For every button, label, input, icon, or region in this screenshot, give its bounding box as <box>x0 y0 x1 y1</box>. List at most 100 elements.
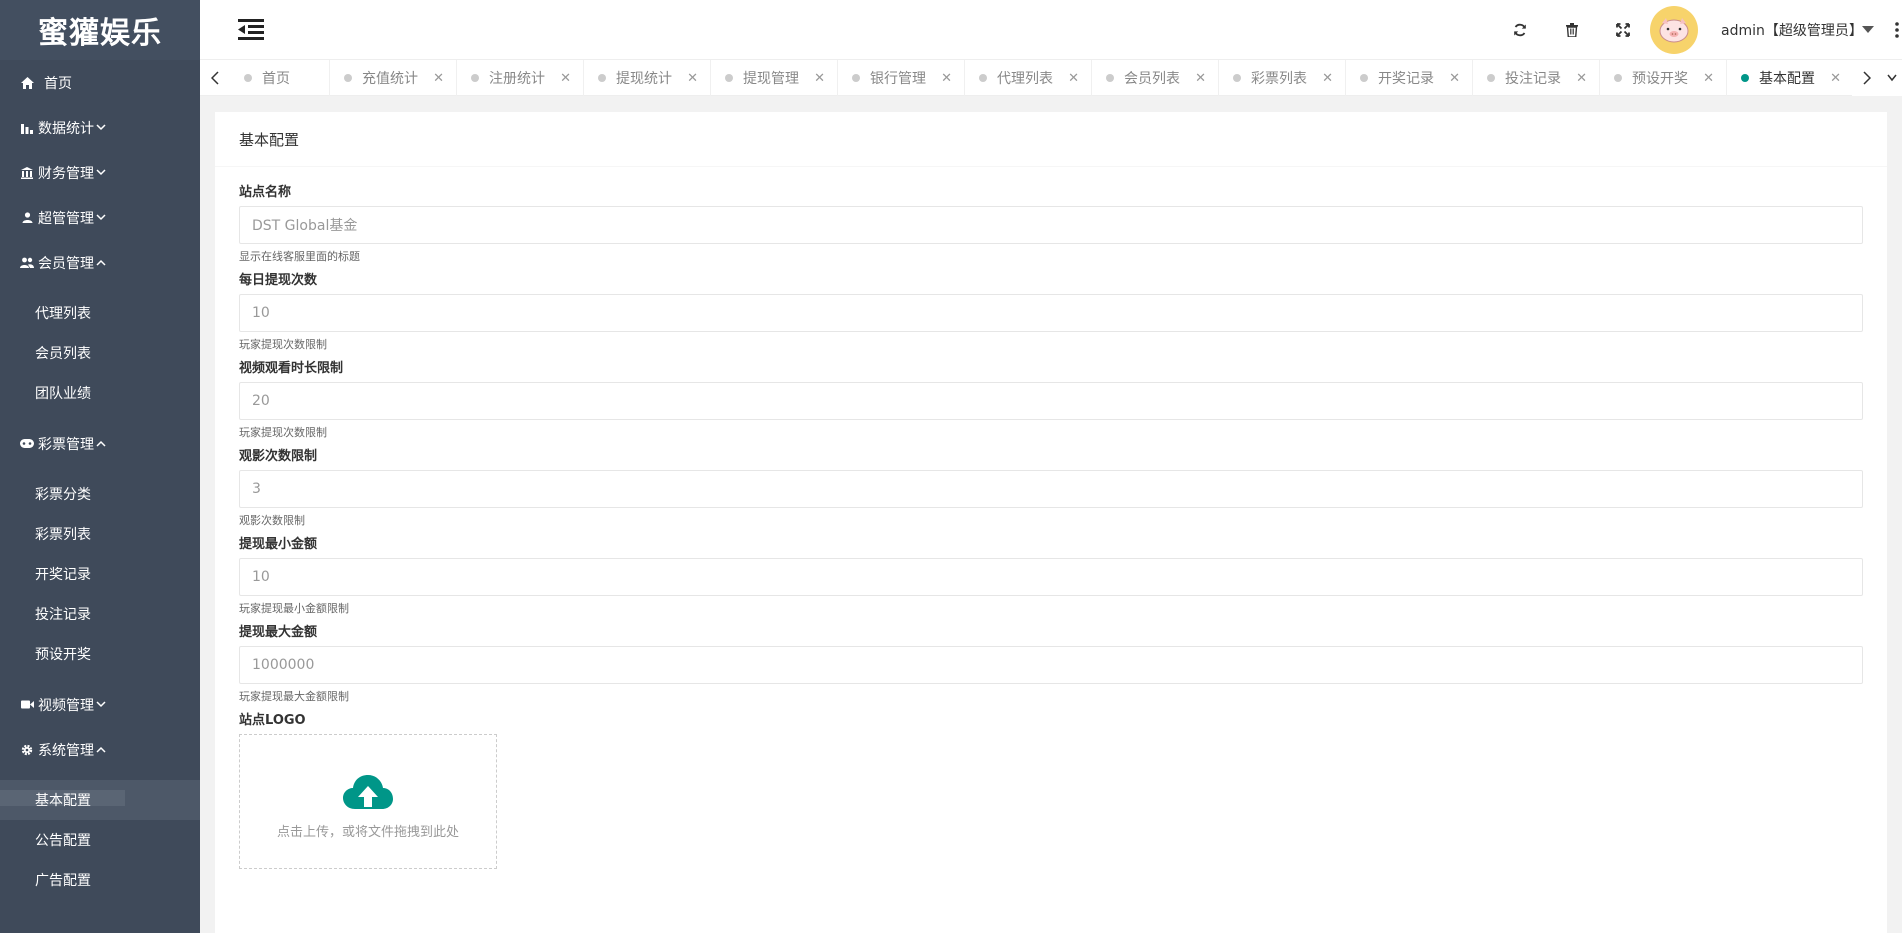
more-vertical-icon[interactable] <box>1895 22 1899 38</box>
tab-label: 开奖记录 <box>1378 71 1434 87</box>
close-icon[interactable]: ✕ <box>1449 71 1460 86</box>
sidebar-item-label: 超管管理 <box>38 210 94 227</box>
tab-draw-records[interactable]: 开奖记录 ✕ <box>1346 60 1473 96</box>
sidebar-subitem-label: 开奖记录 <box>35 567 91 583</box>
tab-dot <box>852 74 860 82</box>
chevron-up-icon <box>96 743 106 756</box>
fullscreen-icon[interactable] <box>1613 20 1633 40</box>
video-duration-limit-input[interactable] <box>239 382 1863 420</box>
site-name-help: 显示在线客服里面的标题 <box>239 250 360 263</box>
tabs-next-icon[interactable] <box>1852 60 1882 96</box>
config-card: 基本配置 站点名称 显示在线客服里面的标题 每日提现次数 玩家提现次数限制 视频… <box>215 112 1887 933</box>
tab-dot <box>725 74 733 82</box>
close-icon[interactable]: ✕ <box>1195 71 1206 86</box>
sidebar-item-super-admin[interactable]: 超管管理 <box>0 195 200 240</box>
max-withdraw-help: 玩家提现最大金额限制 <box>239 690 349 703</box>
users-icon <box>20 256 34 270</box>
menu-toggle-icon[interactable] <box>238 18 264 42</box>
close-icon[interactable]: ✕ <box>433 71 444 86</box>
tab-withdraw-stats[interactable]: 提现统计 ✕ <box>584 60 711 96</box>
tabs-dropdown-icon[interactable] <box>1882 60 1902 96</box>
chevron-down-icon <box>96 121 106 134</box>
sidebar-subitem-ad-config[interactable]: 广告配置 <box>0 860 200 900</box>
close-icon[interactable]: ✕ <box>1576 71 1587 86</box>
username[interactable]: admin【超级管理员】 <box>1721 20 1863 40</box>
site-name-input[interactable] <box>239 206 1863 244</box>
sidebar-subitem-lottery-category[interactable]: 彩票分类 <box>0 474 200 514</box>
sidebar-subitem-basic-config[interactable]: 基本配置 <box>0 780 200 820</box>
pig-avatar-icon <box>1659 18 1689 43</box>
close-icon[interactable]: ✕ <box>1322 71 1333 86</box>
min-withdraw-help: 玩家提现最小金额限制 <box>239 602 349 615</box>
min-withdraw-input[interactable] <box>239 558 1863 596</box>
sidebar-subitem-member-list[interactable]: 会员列表 <box>0 333 200 373</box>
user-icon <box>20 211 34 225</box>
view-count-limit-input[interactable] <box>239 470 1863 508</box>
sidebar: 蜜獾娱乐 首页 数据统计 财务管理 超管管理 会员管理 代理列表 会员列表 团队… <box>0 0 200 933</box>
app-logo[interactable]: 蜜獾娱乐 <box>0 0 200 60</box>
logo-upload-area[interactable]: 点击上传，或将文件拖拽到此处 <box>239 734 497 869</box>
sidebar-subitem-bet-records[interactable]: 投注记录 <box>0 594 200 634</box>
sidebar-item-system[interactable]: 系统管理 <box>0 727 200 772</box>
close-icon[interactable]: ✕ <box>560 71 571 86</box>
sidebar-item-members[interactable]: 会员管理 <box>0 240 200 285</box>
daily-withdraw-count-input[interactable] <box>239 294 1863 332</box>
sidebar-subitem-team-performance[interactable]: 团队业绩 <box>0 373 200 413</box>
max-withdraw-label: 提现最大金额 <box>239 625 318 640</box>
tab-preset-draw[interactable]: 预设开奖 ✕ <box>1600 60 1727 96</box>
tab-lottery-list[interactable]: 彩票列表 ✕ <box>1219 60 1346 96</box>
tabs-prev-icon[interactable] <box>200 60 230 96</box>
tab-label: 投注记录 <box>1505 71 1561 87</box>
sidebar-subitem-draw-records[interactable]: 开奖记录 <box>0 554 200 594</box>
avatar[interactable] <box>1650 6 1698 54</box>
gamepad-icon <box>20 437 34 451</box>
tab-basic-config[interactable]: 基本配置 ✕ <box>1727 60 1854 96</box>
sidebar-item-lottery[interactable]: 彩票管理 <box>0 421 200 466</box>
sidebar-item-label: 财务管理 <box>38 165 94 182</box>
sidebar-subitem-preset-draw[interactable]: 预设开奖 <box>0 634 200 674</box>
close-icon[interactable]: ✕ <box>687 71 698 86</box>
sidebar-item-finance[interactable]: 财务管理 <box>0 150 200 195</box>
sidebar-subitem-label: 预设开奖 <box>35 647 91 663</box>
tab-recharge-stats[interactable]: 充值统计 ✕ <box>330 60 457 96</box>
daily-withdraw-count-label: 每日提现次数 <box>239 273 318 288</box>
chevron-up-icon <box>96 437 106 450</box>
chevron-down-icon <box>96 698 106 711</box>
sidebar-subitem-label: 团队业绩 <box>35 386 91 402</box>
trash-icon[interactable] <box>1562 20 1582 40</box>
close-icon[interactable]: ✕ <box>1703 71 1714 86</box>
tab-label: 会员列表 <box>1124 71 1180 87</box>
sidebar-subitem-lottery-list[interactable]: 彩票列表 <box>0 514 200 554</box>
tab-withdraw-manage[interactable]: 提现管理 ✕ <box>711 60 838 96</box>
min-withdraw-label: 提现最小金额 <box>239 537 318 552</box>
tab-dot <box>1487 74 1495 82</box>
tab-dot <box>1360 74 1368 82</box>
site-name-label: 站点名称 <box>239 185 292 200</box>
tab-agent-list[interactable]: 代理列表 ✕ <box>965 60 1092 96</box>
tab-register-stats[interactable]: 注册统计 ✕ <box>457 60 584 96</box>
chevron-down-icon <box>96 211 106 224</box>
close-icon[interactable]: ✕ <box>814 71 825 86</box>
video-duration-limit-label: 视频观看时长限制 <box>239 361 344 376</box>
sidebar-item-label: 首页 <box>44 75 72 92</box>
sidebar-item-video[interactable]: 视频管理 <box>0 682 200 727</box>
close-icon[interactable]: ✕ <box>941 71 952 86</box>
sidebar-subitem-label: 彩票列表 <box>35 527 91 543</box>
tab-home[interactable]: 首页 <box>230 60 330 96</box>
tab-bank-manage[interactable]: 银行管理 ✕ <box>838 60 965 96</box>
max-withdraw-input[interactable] <box>239 646 1863 684</box>
sidebar-item-home[interactable]: 首页 <box>0 60 200 105</box>
caret-down-icon[interactable] <box>1862 26 1874 33</box>
sidebar-subitem-agent-list[interactable]: 代理列表 <box>0 293 200 333</box>
close-icon[interactable]: ✕ <box>1830 71 1841 86</box>
card-title: 基本配置 <box>215 112 1887 167</box>
tab-dot <box>598 74 606 82</box>
sidebar-subitem-notice-config[interactable]: 公告配置 <box>0 820 200 860</box>
sidebar-item-data-stats[interactable]: 数据统计 <box>0 105 200 150</box>
tab-bet-records[interactable]: 投注记录 ✕ <box>1473 60 1600 96</box>
refresh-icon[interactable] <box>1510 20 1530 40</box>
tab-member-list[interactable]: 会员列表 ✕ <box>1092 60 1219 96</box>
sidebar-item-label: 系统管理 <box>38 742 94 759</box>
tab-label: 提现统计 <box>616 71 672 87</box>
close-icon[interactable]: ✕ <box>1068 71 1079 86</box>
